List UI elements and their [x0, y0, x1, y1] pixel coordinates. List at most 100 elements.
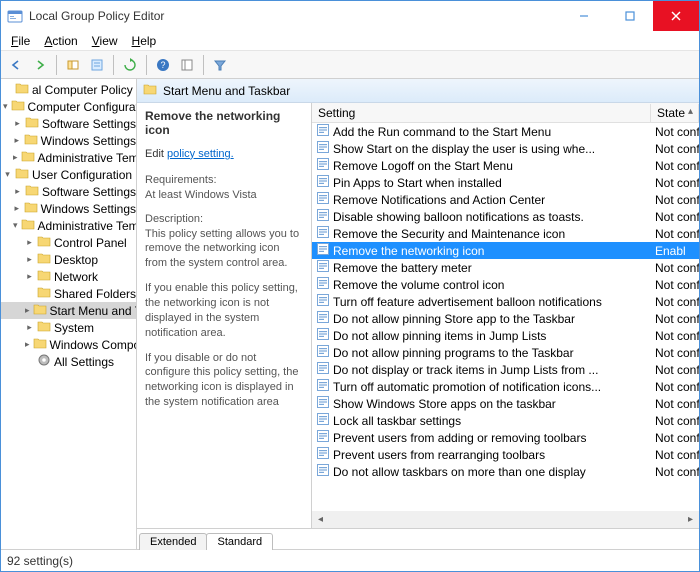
forward-button[interactable]: [29, 54, 51, 76]
menubar: File Action View Help: [1, 31, 699, 51]
setting-name: Remove Logoff on the Start Menu: [333, 159, 513, 173]
scroll-left-icon[interactable]: ◂: [312, 511, 329, 528]
setting-state: Not conf: [651, 159, 699, 173]
list-item[interactable]: Add the Run command to the Start MenuNot…: [312, 123, 699, 140]
tree-node-label: All Settings: [54, 355, 114, 369]
list-item[interactable]: Do not display or track items in Jump Li…: [312, 361, 699, 378]
refresh-button[interactable]: [119, 54, 141, 76]
tree-node[interactable]: ▸Start Menu and Ta: [1, 302, 136, 319]
tree-node[interactable]: ▾Administrative Templa: [1, 217, 136, 234]
twisty-icon[interactable]: ▸: [25, 255, 34, 264]
folder-icon: [24, 133, 38, 148]
tab-standard[interactable]: Standard: [206, 533, 273, 550]
menu-file[interactable]: File: [5, 32, 36, 50]
setting-name: Do not display or track items in Jump Li…: [333, 363, 598, 377]
view-tabs: Extended Standard: [137, 528, 699, 549]
setting-state: Not conf: [651, 227, 699, 241]
list-item[interactable]: Do not allow pinning programs to the Tas…: [312, 344, 699, 361]
list-item[interactable]: Turn off feature advertisement balloon n…: [312, 293, 699, 310]
tree-pane[interactable]: al Computer Policy▾Computer Configuratio…: [1, 79, 137, 549]
filter-button[interactable]: [209, 54, 231, 76]
list-item[interactable]: Remove the volume control iconNot conf: [312, 276, 699, 293]
twisty-icon[interactable]: ▸: [25, 323, 34, 332]
tab-extended[interactable]: Extended: [139, 533, 207, 550]
twisty-icon[interactable]: ▸: [13, 119, 22, 128]
show-hide-button[interactable]: [62, 54, 84, 76]
tree-node[interactable]: ▸Administrative Templa: [1, 149, 136, 166]
twisty-icon[interactable]: ▸: [25, 238, 34, 247]
list-item[interactable]: Show Windows Store apps on the taskbarNo…: [312, 395, 699, 412]
close-button[interactable]: [653, 1, 699, 31]
twisty-icon[interactable]: ▸: [13, 187, 22, 196]
list-item[interactable]: Remove Logoff on the Start Menu Not conf: [312, 157, 699, 174]
menu-view[interactable]: View: [86, 32, 124, 50]
tree-node[interactable]: ▸ Desktop: [1, 251, 136, 268]
twisty-icon[interactable]: ▸: [13, 136, 21, 145]
twisty-icon[interactable]: ▾: [3, 102, 8, 111]
list-item[interactable]: Remove the Security and Maintenance icon…: [312, 225, 699, 242]
tree-node[interactable]: ▸Control Panel: [1, 234, 136, 251]
twisty-icon[interactable]: ▾: [13, 221, 18, 230]
tree-node[interactable]: ▸Windows Compor: [1, 336, 136, 353]
help-button[interactable]: ?: [152, 54, 174, 76]
tree-node[interactable]: al Computer Policy: [1, 81, 136, 98]
setting-name: Remove the Security and Maintenance icon: [333, 227, 565, 241]
setting-state: Not conf: [651, 312, 699, 326]
twisty-icon[interactable]: ▸: [25, 306, 30, 315]
tree-node[interactable]: All Settings: [1, 353, 136, 370]
menu-action[interactable]: Action: [38, 32, 83, 50]
list-item[interactable]: Pin Apps to Start when installedNot conf: [312, 174, 699, 191]
header-band: Start Menu and Taskbar: [137, 79, 699, 103]
setting-name: Prevent users from adding or removing to…: [333, 431, 586, 445]
setting-state: Not conf: [651, 448, 699, 462]
tree-node-label: Windows Settings: [41, 202, 136, 216]
setting-state: Not conf: [651, 295, 699, 309]
minimize-button[interactable]: [561, 1, 607, 31]
maximize-button[interactable]: [607, 1, 653, 31]
settings-list-pane: Setting State ▴ Add the Run command to t…: [312, 103, 699, 528]
list-item[interactable]: Prevent users from rearranging toolbarsN…: [312, 446, 699, 463]
options-button[interactable]: [176, 54, 198, 76]
twisty-icon[interactable]: ▸: [13, 153, 18, 162]
list-header[interactable]: Setting State: [312, 103, 699, 123]
scroll-track[interactable]: [329, 511, 682, 528]
tree-node[interactable]: ▸Network: [1, 268, 136, 285]
list-item[interactable]: Do not allow taskbars on more than one d…: [312, 463, 699, 480]
tree-node[interactable]: ▸Software Settings: [1, 183, 136, 200]
menu-help[interactable]: Help: [126, 32, 163, 50]
setting-state: Not conf: [651, 380, 699, 394]
list-item[interactable]: Remove Notifications and Action CenterNo…: [312, 191, 699, 208]
scroll-up-icon[interactable]: ▴: [682, 103, 699, 120]
properties-button[interactable]: [86, 54, 108, 76]
horizontal-scrollbar[interactable]: ◂ ▸: [312, 511, 699, 528]
twisty-icon[interactable]: ▸: [25, 272, 34, 281]
tree-node-label: Desktop: [54, 253, 98, 267]
twisty-icon: [25, 289, 34, 298]
tree-node[interactable]: ▸System: [1, 319, 136, 336]
edit-policy-link[interactable]: policy setting.: [167, 148, 234, 160]
list-item[interactable]: Remove the battery meterNot conf: [312, 259, 699, 276]
statusbar: 92 setting(s): [1, 549, 699, 571]
tree-node[interactable]: Shared Folders: [1, 285, 136, 302]
tree-node[interactable]: ▸Software Settings: [1, 115, 136, 132]
list-item[interactable]: Lock all taskbar settingsNot conf: [312, 412, 699, 429]
twisty-icon[interactable]: ▸: [13, 204, 21, 213]
tree-node[interactable]: ▸ Windows Settings: [1, 200, 136, 217]
list-item[interactable]: Remove the networking iconEnabl: [312, 242, 699, 259]
back-button[interactable]: [5, 54, 27, 76]
twisty-icon[interactable]: ▸: [25, 340, 30, 349]
list-item[interactable]: Prevent users from adding or removing to…: [312, 429, 699, 446]
list-item[interactable]: Disable showing balloon notifications as…: [312, 208, 699, 225]
column-setting[interactable]: Setting: [312, 104, 651, 122]
tree-node[interactable]: ▾Computer Configuration: [1, 98, 136, 115]
tree-node[interactable]: ▸Windows Settings: [1, 132, 136, 149]
scroll-right-icon[interactable]: ▸: [682, 511, 699, 528]
list-item[interactable]: Show Start on the display the user is us…: [312, 140, 699, 157]
list-rows[interactable]: Add the Run command to the Start MenuNot…: [312, 123, 699, 511]
list-item[interactable]: Do not allow pinning Store app to the Ta…: [312, 310, 699, 327]
twisty-icon[interactable]: ▾: [3, 170, 12, 179]
tree-node[interactable]: ▾User Configuration: [1, 166, 136, 183]
list-item[interactable]: Turn off automatic promotion of notifica…: [312, 378, 699, 395]
setting-name: Pin Apps to Start when installed: [333, 176, 502, 190]
list-item[interactable]: Do not allow pinning items in Jump Lists…: [312, 327, 699, 344]
